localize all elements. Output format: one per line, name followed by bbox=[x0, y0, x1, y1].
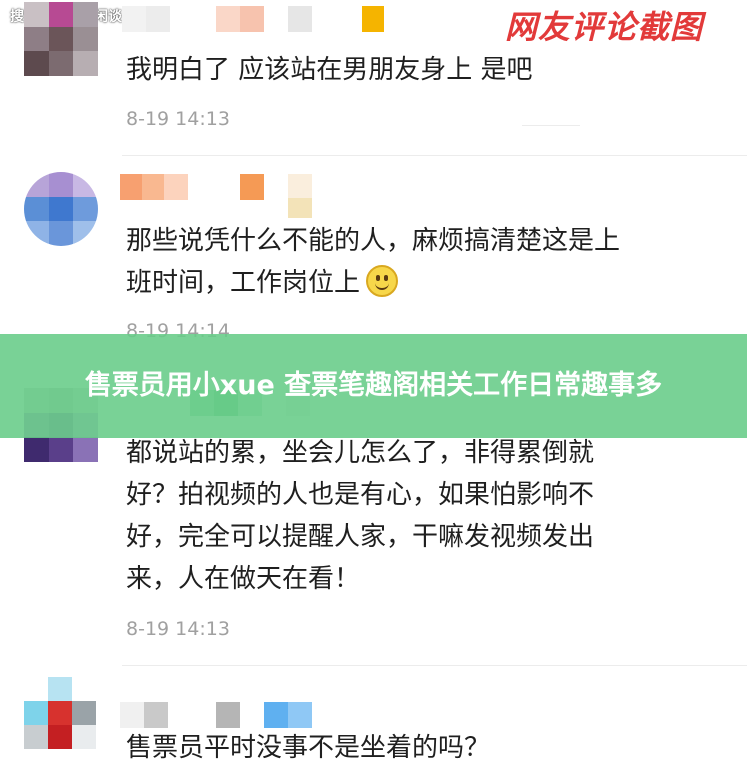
avatar[interactable] bbox=[24, 172, 98, 246]
username-masked[interactable] bbox=[120, 174, 312, 200]
divider bbox=[122, 665, 747, 666]
comment-line: 售票员平时没事不是坐着的吗？ bbox=[126, 733, 491, 763]
comment-text: 售票员平时没事不是坐着的吗？ bbox=[126, 727, 490, 769]
comment-timestamp: 8-19 14:13 bbox=[126, 618, 230, 640]
comment-line: 都说站的累，坐会儿怎么了，非得累倒就 bbox=[126, 438, 595, 468]
comment-line: 好？拍视频的人也是有心，如果怕影响不 bbox=[126, 480, 595, 510]
comment-timestamp: 8-19 14:13 bbox=[126, 108, 230, 130]
comment-line: 班时间，工作岗位上 bbox=[126, 268, 361, 298]
headline-banner: 售票员用小xue 查票笔趣阁相关工作日常趣事多 bbox=[0, 334, 747, 438]
divider bbox=[522, 125, 580, 126]
comment-line: 来，人在做天在看！ bbox=[126, 564, 361, 594]
avatar[interactable] bbox=[24, 677, 96, 749]
comment-line: 我明白了 应该站在男朋友身上 是吧 bbox=[126, 55, 533, 85]
avatar[interactable] bbox=[24, 2, 98, 76]
divider bbox=[122, 155, 747, 156]
username-masked[interactable] bbox=[122, 6, 384, 32]
comment-text: 那些说凭什么不能的人，麻烦搞清楚这是上 班时间，工作岗位上 bbox=[126, 220, 620, 304]
username-masked[interactable] bbox=[120, 702, 312, 728]
comment-line-with-emoji: 班时间，工作岗位上 bbox=[126, 262, 620, 304]
comment-line: 那些说凭什么不能的人，麻烦搞清楚这是上 bbox=[126, 226, 621, 256]
comment-text: 我明白了 应该站在男朋友身上 是吧 bbox=[126, 49, 533, 91]
comment-line: 好，完全可以提醒人家，干嘛发视频发出 bbox=[126, 522, 595, 552]
comment-text: 都说站的累，坐会儿怎么了，非得累倒就 好？拍视频的人也是有心，如果怕影响不 好，… bbox=[126, 432, 594, 600]
user-badge bbox=[288, 198, 312, 218]
smiley-icon bbox=[366, 265, 399, 297]
screenshot-stamp: 网友评论截图 bbox=[505, 8, 704, 46]
headline-title: 售票员用小xue 查票笔趣阁相关工作日常趣事多 bbox=[84, 370, 663, 401]
